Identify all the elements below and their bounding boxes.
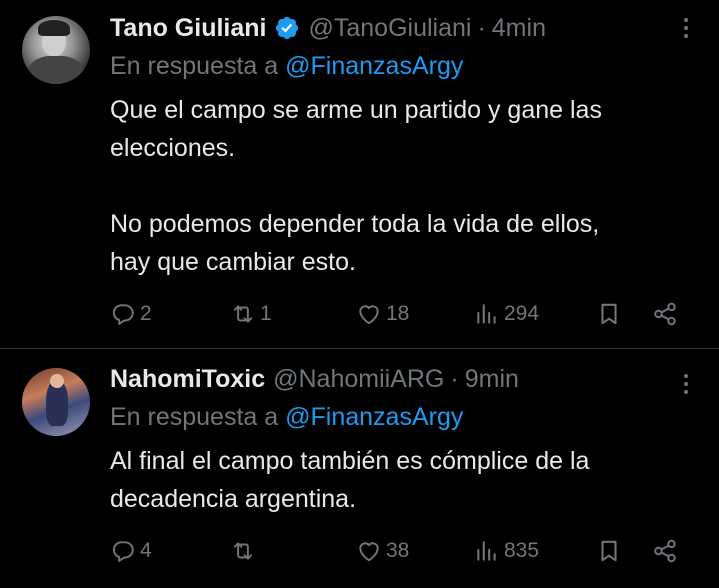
views-count: 835 [504, 539, 540, 562]
reply-button[interactable]: 2 [110, 298, 152, 330]
tweet-text-line: decadencia argentina. [110, 485, 357, 513]
reply-mention[interactable]: @FinanzasArgy [285, 403, 463, 431]
views-icon [477, 304, 496, 324]
heart-icon [359, 305, 379, 325]
author-name[interactable]: Tano Giuliani [110, 14, 266, 43]
reply-context: En respuesta a @FinanzasArgy [110, 403, 463, 432]
tweet-text-line: hay que cambiar esto. [110, 248, 356, 276]
share-button[interactable] [652, 535, 678, 567]
like-button[interactable]: 38 [356, 535, 409, 567]
tweet-text-line: Al final el campo también es cómplice de… [110, 447, 590, 475]
tweet-header: Tano Giuliani @TanoGiuliani · 4min [110, 12, 546, 44]
retweet-icon [233, 542, 253, 560]
bookmark-button[interactable] [596, 298, 622, 330]
avatar[interactable] [22, 16, 90, 84]
retweet-count: 1 [260, 302, 272, 325]
reply-button[interactable]: 4 [110, 535, 152, 567]
avatar[interactable] [22, 368, 90, 436]
tweet-text: Que el campo se arme un partido y gane l… [110, 91, 690, 281]
like-count: 38 [386, 539, 410, 562]
reply-prefix: En respuesta a [110, 52, 279, 80]
reply-mention[interactable]: @FinanzasArgy [285, 52, 463, 80]
bookmark-icon [601, 540, 617, 562]
reply-icon [112, 541, 134, 562]
like-button[interactable]: 18 [356, 298, 409, 330]
author-handle[interactable]: @TanoGiuliani [308, 14, 471, 43]
bookmark-button[interactable] [596, 535, 622, 567]
more-dots-icon[interactable] [681, 372, 691, 396]
retweet-icon [233, 305, 253, 323]
reply-count: 2 [140, 302, 152, 325]
timestamp[interactable]: 4min [492, 14, 546, 43]
tweet-header: NahomiToxic @NahomiiARG · 9min [110, 363, 519, 395]
share-icon [654, 539, 676, 563]
tweet[interactable]: Tano Giuliani @TanoGiuliani · 4min En re… [0, 0, 719, 348]
author-name[interactable]: NahomiToxic [110, 365, 265, 394]
reply-count: 4 [140, 539, 152, 562]
retweet-button[interactable]: 1 [230, 298, 272, 330]
views-count: 294 [504, 302, 540, 325]
tweet-text-line: Que el campo se arme un partido y gane l… [110, 96, 602, 124]
tweet-text-line: elecciones. [110, 134, 236, 162]
timestamp[interactable]: 9min [465, 365, 519, 394]
views-button[interactable]: 294 [474, 298, 539, 330]
bookmark-icon [601, 303, 617, 325]
reply-icon [112, 304, 134, 325]
like-count: 18 [386, 302, 410, 325]
author-handle[interactable]: @NahomiiARG [273, 365, 444, 394]
views-icon [477, 541, 496, 561]
views-button[interactable]: 835 [474, 535, 539, 567]
share-button[interactable] [652, 298, 678, 330]
tweet-text-line: No podemos depender toda la vida de ello… [110, 210, 600, 238]
separator: · [477, 13, 486, 42]
more-dots-icon[interactable] [681, 16, 691, 40]
action-bar: 4 38 835 [110, 535, 690, 567]
verified-badge-icon [274, 15, 300, 41]
retweet-button[interactable] [230, 535, 260, 567]
tweet[interactable]: NahomiToxic @NahomiiARG · 9min En respue… [0, 349, 719, 588]
tweet-text: Al final el campo también es cómplice de… [110, 442, 690, 518]
reply-context: En respuesta a @FinanzasArgy [110, 52, 463, 81]
separator: · [450, 364, 459, 393]
share-icon [654, 302, 676, 326]
heart-icon [359, 542, 379, 562]
action-bar: 2 1 18 294 [110, 298, 690, 330]
reply-prefix: En respuesta a [110, 403, 279, 431]
